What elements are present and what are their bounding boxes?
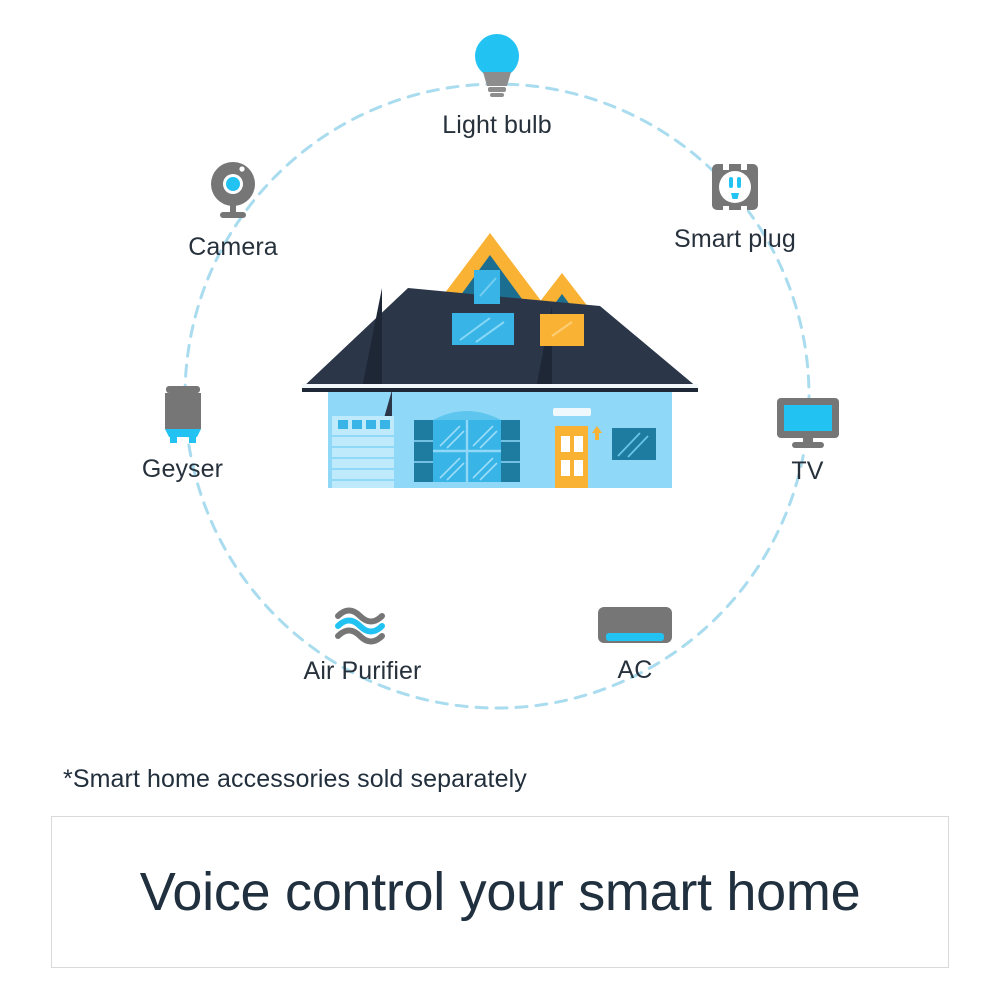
security-camera-icon [205,160,261,224]
device-node-smart-plug[interactable]: Smart plug [620,160,850,254]
headline-box: Voice control your smart home [51,816,949,968]
air-waves-icon [330,600,396,648]
device-node-camera[interactable]: Camera [118,160,348,262]
smart-house-illustration [300,228,700,498]
water-heater-icon [158,382,208,446]
light-bulb-icon [469,30,525,102]
device-node-geyser[interactable]: Geyser [70,382,295,484]
device-label-ac: AC [617,656,653,684]
accessories-footnote: *Smart home accessories sold separately [63,765,527,793]
device-node-ac[interactable]: AC [540,605,730,685]
device-label-air-purifier: Air Purifier [303,657,422,685]
air-conditioner-icon [596,605,674,647]
device-label-camera: Camera [188,233,278,261]
device-label-smart-plug: Smart plug [674,225,796,253]
device-label-tv: TV [791,457,824,485]
house-svg [302,233,698,488]
device-label-light-bulb: Light bulb [442,111,552,139]
page-title: Voice control your smart home [139,862,861,922]
device-label-geyser: Geyser [141,455,224,483]
device-node-tv[interactable]: TV [700,396,915,486]
device-node-light-bulb[interactable]: Light bulb [362,30,632,140]
television-icon [775,396,841,448]
power-outlet-icon [708,160,762,216]
device-node-air-purifier[interactable]: Air Purifier [250,600,475,686]
smart-home-infographic: Light bulb Camera Smart plug Geyser TV A… [0,0,1000,1000]
